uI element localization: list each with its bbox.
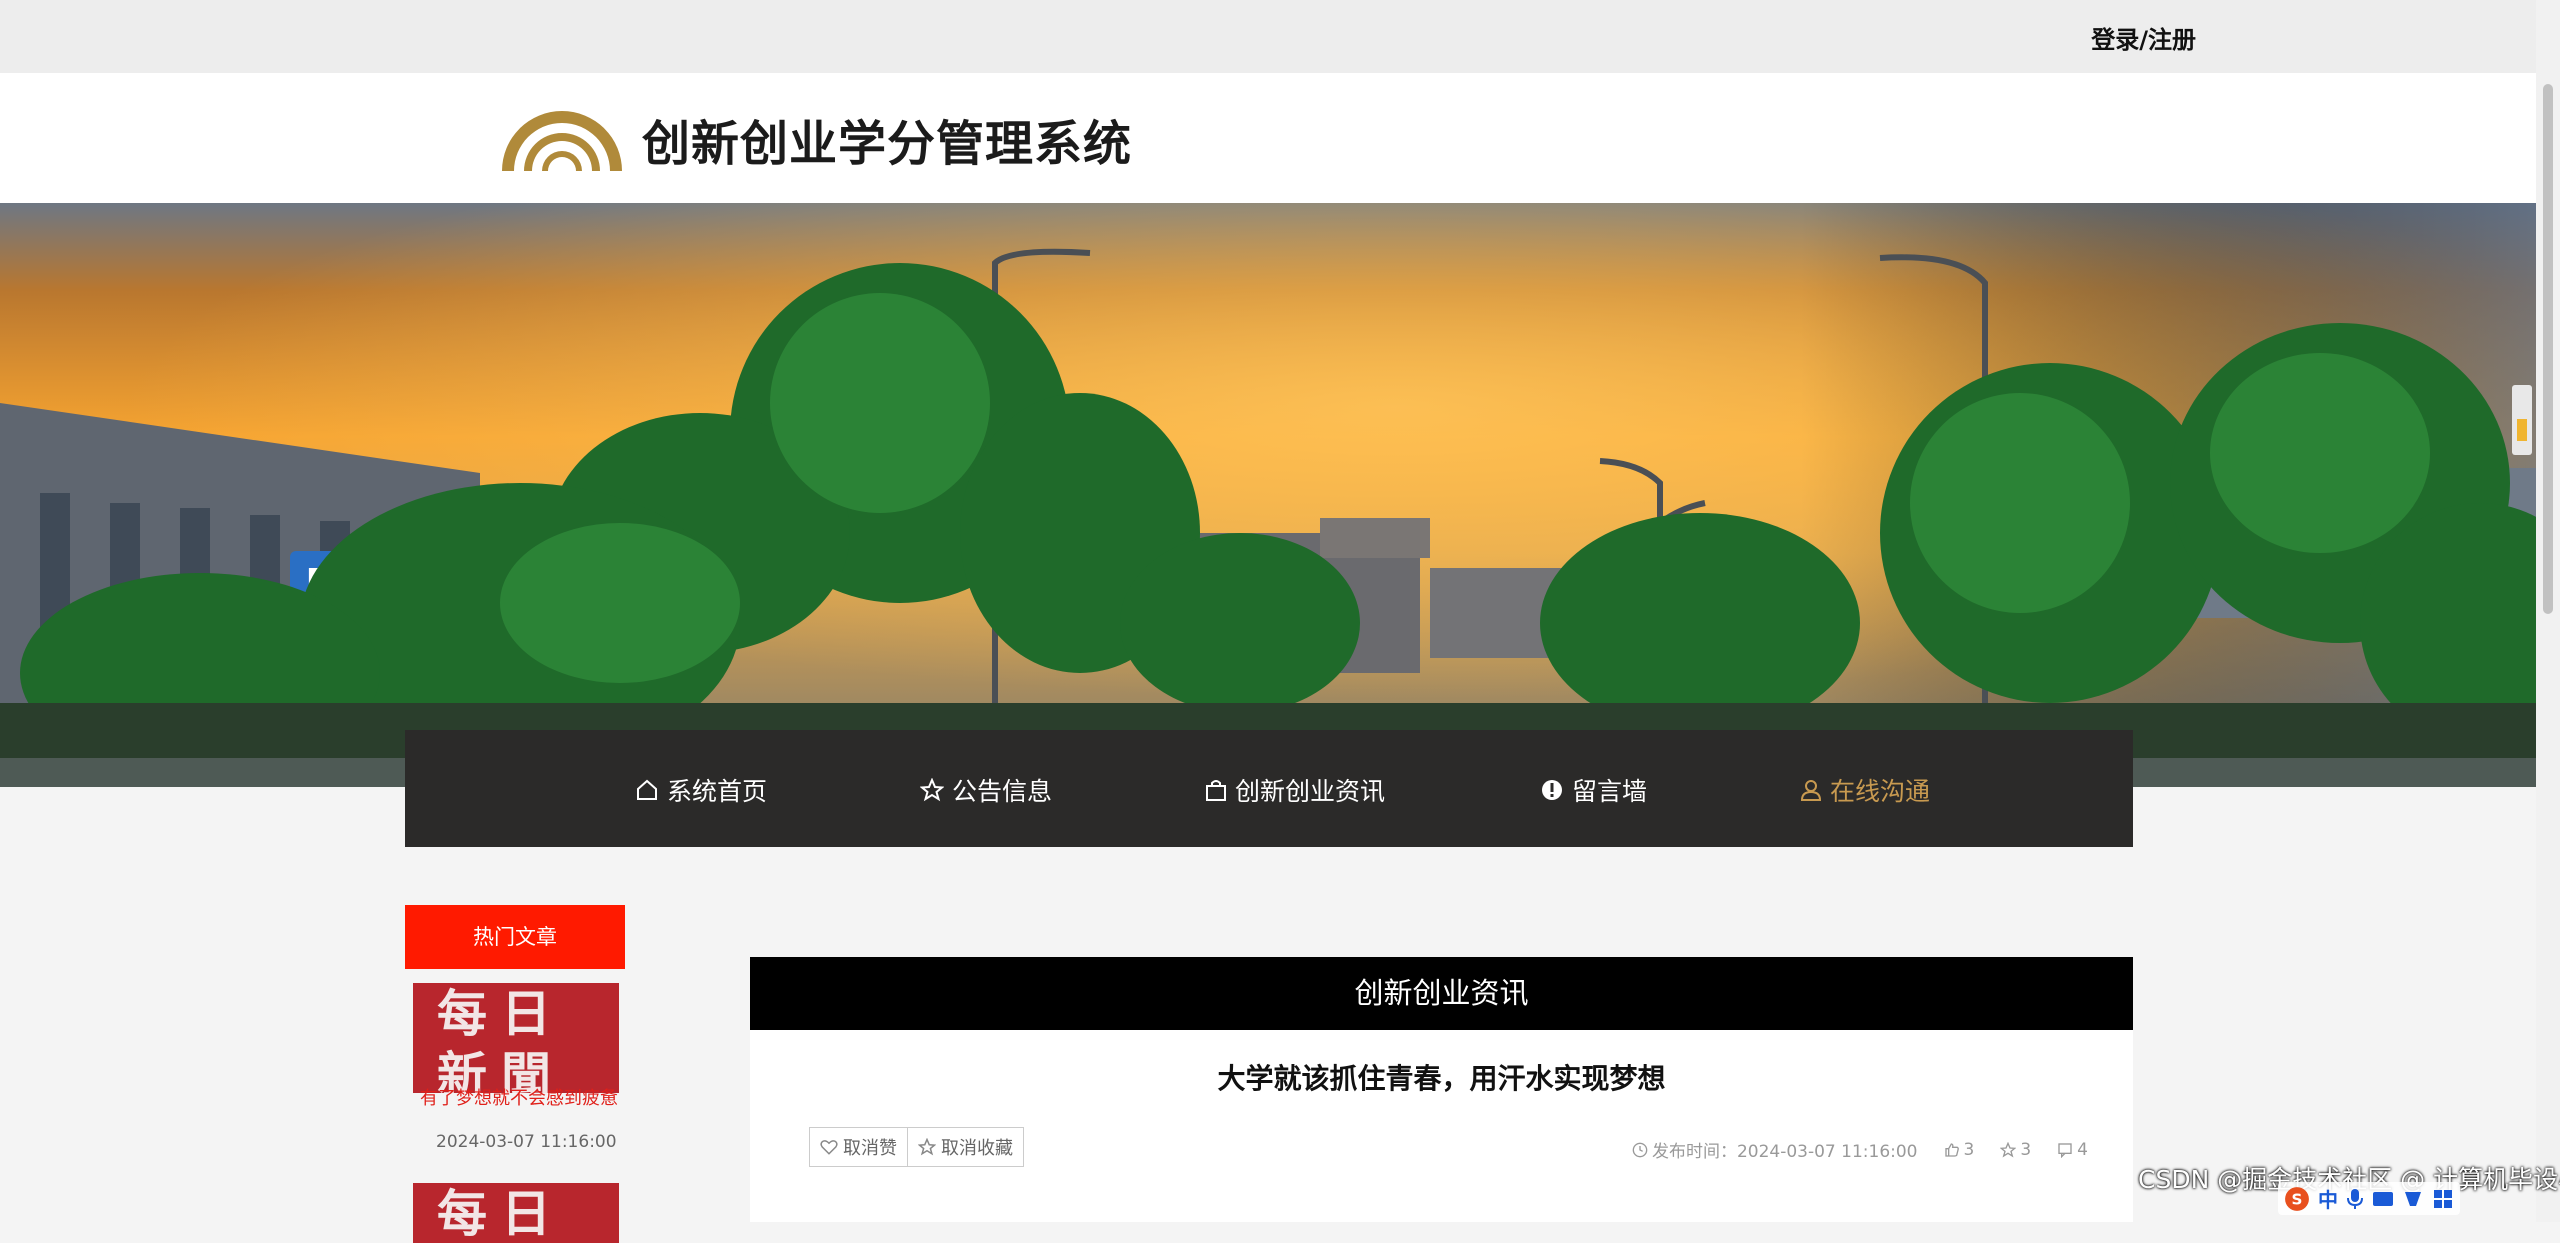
hot-article-thumbnail: 每日新聞 [413,983,619,1093]
heart-icon [820,1140,838,1155]
nav-item-announcements[interactable]: 公告信息 [920,772,1052,808]
user-icon [1800,780,1822,801]
nav-item-label: 创新创业资讯 [1235,777,1386,806]
comment-icon [2058,1142,2072,1158]
comment-count: 4 [2057,1140,2088,1160]
clock-icon [1632,1142,1648,1157]
section-title: 创新创业资讯 [750,957,2133,1030]
toolbox-icon [2434,1189,2452,1208]
star-icon [2000,1141,2017,1157]
publish-time: 发布时间：2024-03-07 11:16:00 [1632,1137,1918,1162]
unlike-button[interactable]: 取消赞 [809,1127,908,1167]
hot-article-date: 2024-03-07 11:16:00 [436,1132,617,1152]
collect-count: 3 [2000,1140,2031,1160]
like-count: 3 [1944,1139,1975,1160]
star-icon [920,778,944,802]
hot-article-item[interactable]: 每日新聞 [413,983,619,1093]
page-scrollbar[interactable] [2536,0,2560,1222]
thumbnail-text: 每日 [437,1184,565,1243]
nav-item-label: 留言墙 [1572,777,1648,806]
site-title: 创新创业学分管理系统 [642,116,1133,172]
side-floating-tab[interactable] [2512,385,2532,455]
thumbnail-text: 每日新聞 [437,984,565,1093]
nav-item-label: 公告信息 [952,777,1053,806]
article-panel: 创新创业资讯 大学就该抓住青春，用汗水实现梦想 取消赞 取消收藏 发布时间：20… [750,957,2133,1222]
nav-item-message-wall[interactable]: 留言墙 [1540,772,1647,808]
main-nav: 系统首页 公告信息 创新创业资讯 留言墙 在线沟通 [405,730,2133,847]
collect-count-value: 3 [2020,1139,2032,1160]
sogou-s-icon: S [2285,1186,2309,1211]
unlike-label: 取消赞 [843,1138,897,1159]
ime-toolbar[interactable]: S 中 [2278,1182,2460,1215]
microphone-icon [2347,1188,2363,1209]
campus-sunset-image: P [0,203,2536,787]
nav-item-label: 系统首页 [667,777,768,806]
skin-icon [2405,1191,2421,1206]
top-bar: 登录/注册 [0,0,2536,73]
keyboard-icon [2373,1191,2393,1206]
article-actions: 取消赞 取消收藏 [809,1127,1024,1167]
alert-circle-icon [1542,780,1562,800]
hot-articles-title: 热门文章 [405,905,625,969]
uncollect-button[interactable]: 取消收藏 [908,1127,1024,1167]
nav-item-label: 在线沟通 [1830,777,1931,806]
thumbs-up-icon [1944,1142,1959,1157]
nav-item-home[interactable]: 系统首页 [635,772,767,808]
article-meta: 发布时间：2024-03-07 11:16:00 3 3 4 [1606,1137,2088,1162]
star-icon [918,1138,936,1156]
login-register-link[interactable]: 登录/注册 [2091,20,2196,55]
like-count-value: 3 [1963,1139,1975,1160]
nav-item-news[interactable]: 创新创业资讯 [1205,772,1385,808]
hot-article-caption[interactable]: 有了梦想就不会感到疲惫 [420,1088,620,1109]
site-header: 创新创业学分管理系统 [0,73,2536,203]
logo[interactable]: 创新创业学分管理系统 [496,99,1132,179]
comment-count-value: 4 [2077,1139,2088,1160]
bag-icon [1206,780,1226,801]
article-title: 大学就该抓住青春，用汗水实现梦想 [1217,1062,1666,1095]
logo-arch-icon [502,111,622,171]
svg-text:S: S [2292,1190,2303,1208]
hot-article-item[interactable]: 每日 [413,1183,619,1243]
hero-banner: P [0,203,2536,787]
nav-item-online-chat[interactable]: 在线沟通 [1800,772,1930,808]
uncollect-label: 取消收藏 [941,1138,1013,1159]
publish-time-text: 发布时间：2024-03-07 11:16:00 [1651,1142,1918,1162]
hot-article-thumbnail: 每日 [413,1183,619,1243]
scrollbar-thumb[interactable] [2543,84,2553,614]
home-icon [637,779,657,800]
ime-mode-label: 中 [2318,1188,2338,1212]
hot-articles-panel: 热门文章 每日新聞 每日 [405,905,625,1243]
